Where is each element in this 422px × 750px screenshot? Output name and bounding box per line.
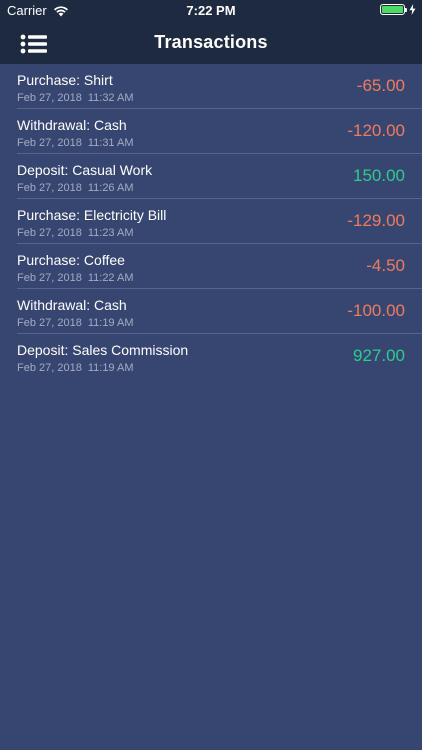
transaction-datetime: Feb 27, 2018 11:23 AM [17,227,134,239]
transaction-amount: 150.00 [353,166,405,185]
transaction-description: Withdrawal: Cash [17,297,127,313]
transaction-description: Purchase: Electricity Bill [17,207,167,223]
transaction-date: Feb 27, 2018 [17,317,82,329]
transaction-datetime: Feb 27, 2018 11:31 AM [17,137,134,149]
transaction-amount: -65.00 [356,76,405,95]
charging-bolt-icon [409,4,416,15]
transaction-row[interactable]: Purchase: Shirt Feb 27, 2018 11:32 AM -65… [0,64,422,109]
top-bar: Carrier 7:22 PM Transactions [0,0,422,64]
status-bar: Carrier 7:22 PM [0,0,422,22]
transaction-time: 11:23 AM [87,227,134,239]
transaction-datetime: Feb 27, 2018 11:32 AM [17,92,134,104]
transaction-time: 11:32 AM [87,92,134,104]
status-right [380,4,416,15]
transaction-description: Deposit: Sales Commission [17,342,189,358]
transaction-time: 11:19 AM [87,317,134,329]
battery-fill [382,6,403,13]
transaction-time: 11:31 AM [87,137,134,149]
transaction-datetime: Feb 27, 2018 11:22 AM [17,272,134,284]
battery-icon [380,4,407,15]
transaction-amount: -120.00 [347,121,405,140]
transaction-amount: -129.00 [347,211,405,230]
transaction-description: Purchase: Shirt [17,72,113,88]
transaction-date: Feb 27, 2018 [17,92,82,104]
transaction-amount: -4.50 [366,256,405,275]
transaction-time: 11:26 AM [87,182,134,194]
transaction-datetime: Feb 27, 2018 11:19 AM [17,362,134,374]
transaction-row[interactable]: Deposit: Casual Work Feb 27, 2018 11:26 A… [0,154,422,199]
transaction-datetime: Feb 27, 2018 11:26 AM [17,182,134,194]
transaction-date: Feb 27, 2018 [17,227,82,239]
transaction-list: Purchase: Shirt Feb 27, 2018 11:32 AM -65… [0,64,422,379]
transaction-row[interactable]: Withdrawal: Cash Feb 27, 2018 11:31 AM -1… [0,109,422,154]
transaction-row[interactable]: Purchase: Coffee Feb 27, 2018 11:22 AM -4… [0,244,422,289]
transaction-date: Feb 27, 2018 [17,137,82,149]
transaction-amount: 927.00 [353,346,405,365]
transaction-date: Feb 27, 2018 [17,362,82,374]
transaction-description: Purchase: Coffee [17,252,125,268]
transaction-amount: -100.00 [347,301,405,320]
transaction-datetime: Feb 27, 2018 11:19 AM [17,317,134,329]
transaction-date: Feb 27, 2018 [17,182,82,194]
transaction-description: Deposit: Casual Work [17,162,153,178]
transaction-date: Feb 27, 2018 [17,272,82,284]
transaction-time: 11:22 AM [87,272,134,284]
status-time: 7:22 PM [186,3,236,18]
transaction-time: 11:19 AM [87,362,134,374]
transaction-row[interactable]: Purchase: Electricity Bill Feb 27, 2018 1… [0,199,422,244]
transaction-row[interactable]: Deposit: Sales Commission Feb 27, 2018 11… [0,334,422,379]
page-title: Transactions [154,32,268,52]
transaction-row[interactable]: Withdrawal: Cash Feb 27, 2018 11:19 AM -1… [0,289,422,334]
transaction-description: Withdrawal: Cash [17,117,127,133]
nav-bar: Transactions [0,22,422,64]
